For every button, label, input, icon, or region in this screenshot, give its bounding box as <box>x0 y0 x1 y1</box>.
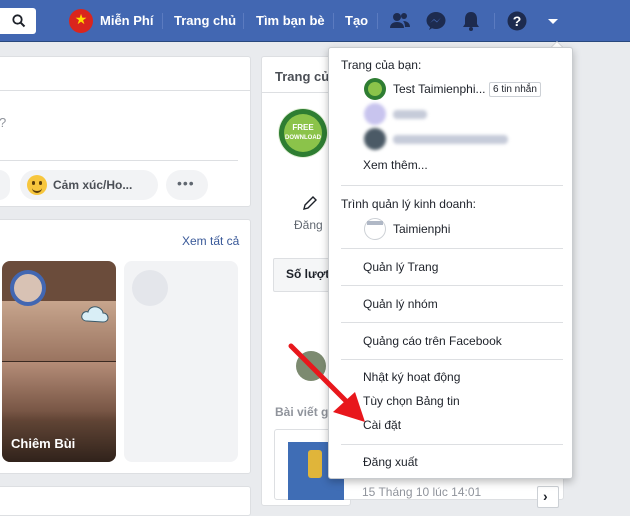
manage-pages-item[interactable]: Quản lý Trang <box>330 256 571 278</box>
composer-divider <box>0 160 238 161</box>
log-out-item[interactable]: Đăng xuất <box>330 451 571 473</box>
feeling-emoji-icon <box>27 175 47 195</box>
business-account-item[interactable]: Taimienphi <box>330 218 571 240</box>
nav-divider <box>377 13 378 29</box>
next-button[interactable]: › <box>537 486 559 508</box>
nav-divider <box>333 13 334 29</box>
pages-panel-title: Trang củ <box>275 69 330 84</box>
composer-prompt[interactable]: ? <box>0 115 6 130</box>
page-avatar-icon <box>364 128 386 150</box>
create-link[interactable]: Tạo <box>345 13 368 28</box>
home-link[interactable]: Trang chủ <box>174 13 236 28</box>
find-friends-link[interactable]: Tìm bạn bè <box>256 13 325 28</box>
page-name: Test Taimienphi... <box>393 82 486 96</box>
cloud-sticker-icon <box>81 306 109 323</box>
nav-divider <box>494 13 495 29</box>
story-author-avatar <box>10 270 46 306</box>
page-avatar[interactable]: FREE DOWNLOAD <box>278 108 328 158</box>
blurred-page-name <box>393 110 427 119</box>
friend-requests-icon[interactable] <box>389 11 411 31</box>
views-label: Số lượt <box>286 267 330 281</box>
page-item[interactable]: Test Taimienphi... 6 tin nhắn <box>330 78 571 100</box>
chevron-right-icon: › <box>543 488 548 504</box>
key-icon <box>308 450 322 478</box>
profile-avatar[interactable]: ★ <box>69 9 93 33</box>
star-icon: ★ <box>74 11 88 27</box>
blurred-page-name <box>393 135 508 144</box>
account-menu-chevron-icon[interactable] <box>542 11 564 31</box>
feeling-activity-label: Cảm xúc/Ho... <box>53 178 133 192</box>
page-item[interactable] <box>330 128 571 150</box>
composer-divider <box>0 90 250 91</box>
composer-card: ? Cảm xúc/Ho... ••• <box>0 56 251 207</box>
your-pages-heading: Trang của bạn: <box>341 58 422 72</box>
composer-option-button[interactable] <box>0 170 10 200</box>
see-all-stories-link[interactable]: Xem tất cả <box>182 234 239 248</box>
edit-pencil-icon[interactable] <box>302 195 318 211</box>
page-item[interactable] <box>330 103 571 125</box>
menu-divider <box>341 322 563 323</box>
story-placeholder <box>124 261 238 462</box>
post-date: 15 Tháng 10 lúc 14:01 <box>362 485 482 499</box>
business-name: Taimienphi <box>393 222 451 236</box>
message-count-badge: 6 tin nhắn <box>489 82 541 97</box>
page-avatar-icon <box>364 103 386 125</box>
more-options-button[interactable]: ••• <box>166 170 208 200</box>
story-card[interactable]: Chiêm Bùi <box>2 261 116 462</box>
svg-text:FREE: FREE <box>292 123 314 132</box>
notifications-icon[interactable] <box>460 11 482 31</box>
messenger-icon[interactable] <box>425 11 447 31</box>
svg-text:DOWNLOAD: DOWNLOAD <box>285 135 322 141</box>
search-icon[interactable] <box>12 14 26 28</box>
manage-groups-item[interactable]: Quản lý nhóm <box>330 293 571 315</box>
free-download-logo-icon: FREE DOWNLOAD <box>279 109 327 157</box>
more-dots-icon: ••• <box>177 175 195 191</box>
feeling-activity-button[interactable]: Cảm xúc/Ho... <box>20 170 158 200</box>
menu-divider <box>341 444 563 445</box>
business-manager-heading: Trình quản lý kinh doanh: <box>341 197 476 211</box>
menu-divider <box>341 185 563 186</box>
svg-text:?: ? <box>513 13 522 29</box>
feed-card <box>0 486 251 516</box>
nav-divider <box>243 13 244 29</box>
see-more-link[interactable]: Xem thêm... <box>330 154 571 176</box>
menu-divider <box>341 248 563 249</box>
business-avatar-icon <box>364 218 386 240</box>
menu-divider <box>341 285 563 286</box>
help-icon[interactable]: ? <box>506 11 528 31</box>
profile-name-link[interactable]: Miễn Phí <box>100 13 153 28</box>
nav-divider <box>162 13 163 29</box>
story-author-name: Chiêm Bùi <box>11 436 76 451</box>
top-navigation-bar: ★ Miễn Phí Trang chủ Tìm bạn bè Tạo ? <box>0 0 630 42</box>
search-box[interactable] <box>0 8 36 34</box>
red-arrow-annotation-icon <box>288 343 365 422</box>
page-avatar-icon <box>364 78 386 100</box>
edit-label[interactable]: Đăng <box>294 218 323 232</box>
